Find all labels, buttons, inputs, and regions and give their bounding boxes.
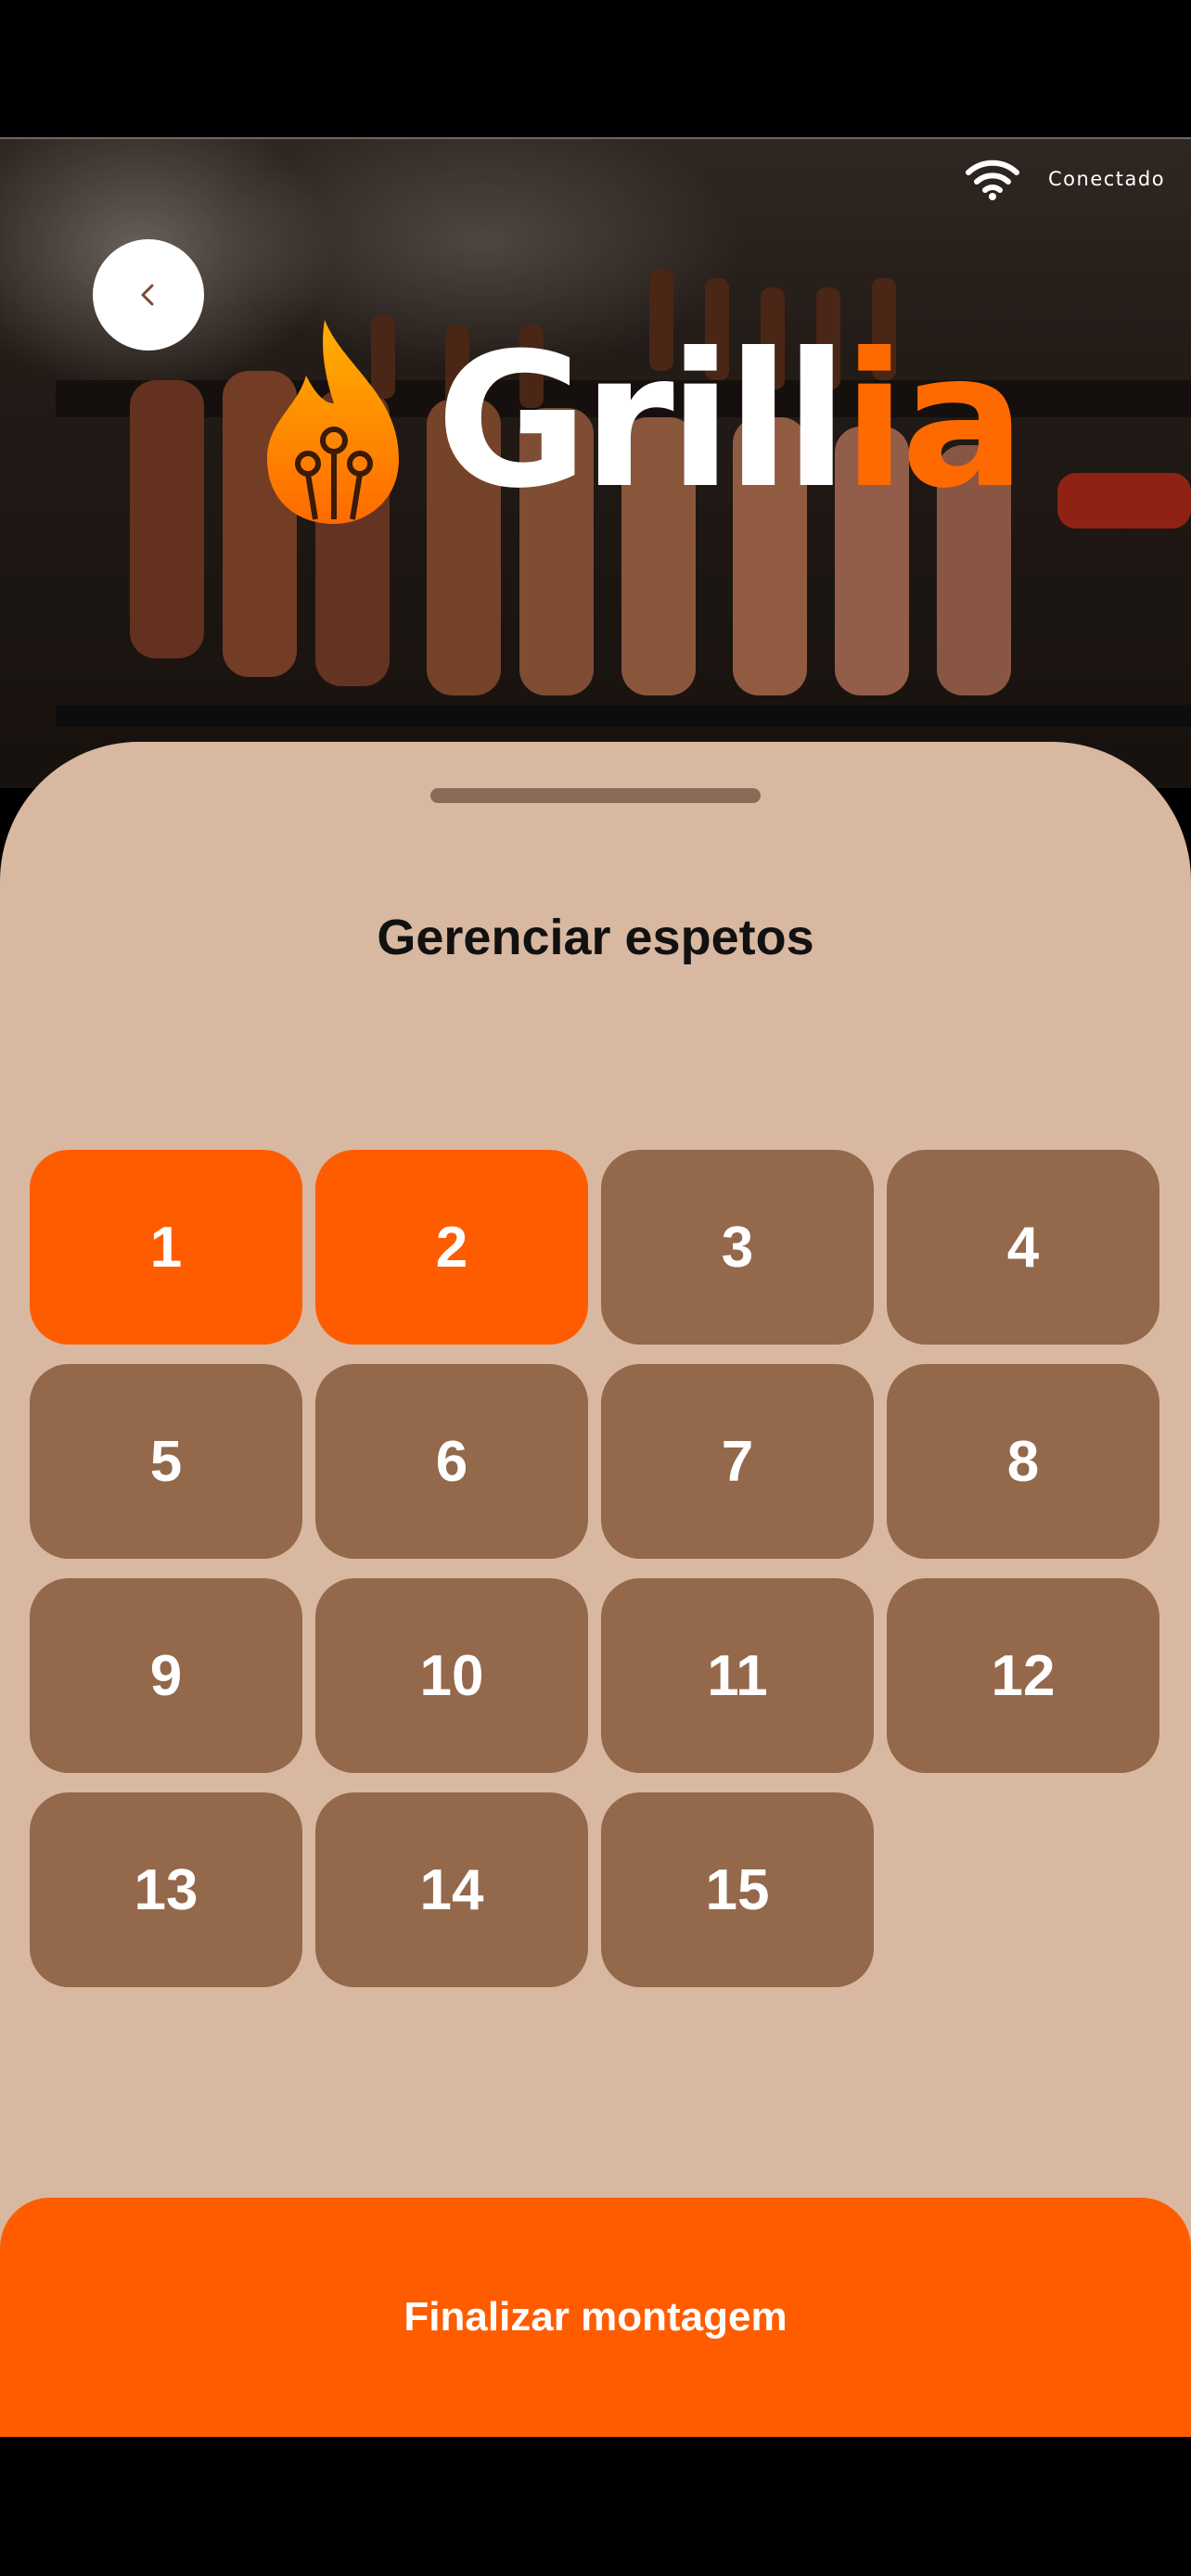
flame-logo-icon bbox=[267, 320, 399, 524]
bottom-sheet: Gerenciar espetos 1 2 3 4 5 6 7 8 9 10 1… bbox=[0, 742, 1191, 2439]
sheet-drag-handle[interactable] bbox=[430, 788, 761, 803]
skewer-button-13[interactable]: 13 bbox=[30, 1792, 302, 1987]
skewer-button-15[interactable]: 15 bbox=[601, 1792, 874, 1987]
wifi-icon bbox=[966, 159, 1019, 200]
logo-wordmark: Grillia bbox=[436, 329, 1026, 515]
skewer-button-12[interactable]: 12 bbox=[887, 1578, 1159, 1773]
grillia-logo: Grillia bbox=[260, 320, 1026, 524]
skewer-button-2[interactable]: 2 bbox=[315, 1150, 588, 1345]
skewer-button-10[interactable]: 10 bbox=[315, 1578, 588, 1773]
chevron-left-icon bbox=[141, 284, 154, 306]
skewer-button-6[interactable]: 6 bbox=[315, 1364, 588, 1559]
skewer-button-4[interactable]: 4 bbox=[887, 1150, 1159, 1345]
system-nav-bar bbox=[0, 2437, 1191, 2576]
skewer-button-9[interactable]: 9 bbox=[30, 1578, 302, 1773]
logo-wordmark-part2: ia bbox=[842, 313, 1026, 529]
skewer-button-8[interactable]: 8 bbox=[887, 1364, 1159, 1559]
app-screen: Conectado Grillia Gerenciar espetos 1 2 … bbox=[0, 0, 1191, 2576]
skewer-button-11[interactable]: 11 bbox=[601, 1578, 874, 1773]
finish-assembly-button[interactable]: Finalizar montagem bbox=[0, 2198, 1191, 2437]
back-button[interactable] bbox=[93, 239, 204, 351]
page-title: Gerenciar espetos bbox=[377, 910, 814, 965]
skewer-button-7[interactable]: 7 bbox=[601, 1364, 874, 1559]
connection-label: Conectado bbox=[1048, 168, 1166, 190]
skewer-button-3[interactable]: 3 bbox=[601, 1150, 874, 1345]
status-bar bbox=[0, 0, 1191, 137]
connection-status: Conectado bbox=[965, 158, 1165, 200]
skewer-button-5[interactable]: 5 bbox=[30, 1364, 302, 1559]
skewer-button-1[interactable]: 1 bbox=[30, 1150, 302, 1345]
skewer-grid: 1 2 3 4 5 6 7 8 9 10 11 12 13 14 15 bbox=[30, 1150, 1161, 1987]
skewer-button-14[interactable]: 14 bbox=[315, 1792, 588, 1987]
logo-wordmark-part1: Grill bbox=[436, 313, 848, 529]
